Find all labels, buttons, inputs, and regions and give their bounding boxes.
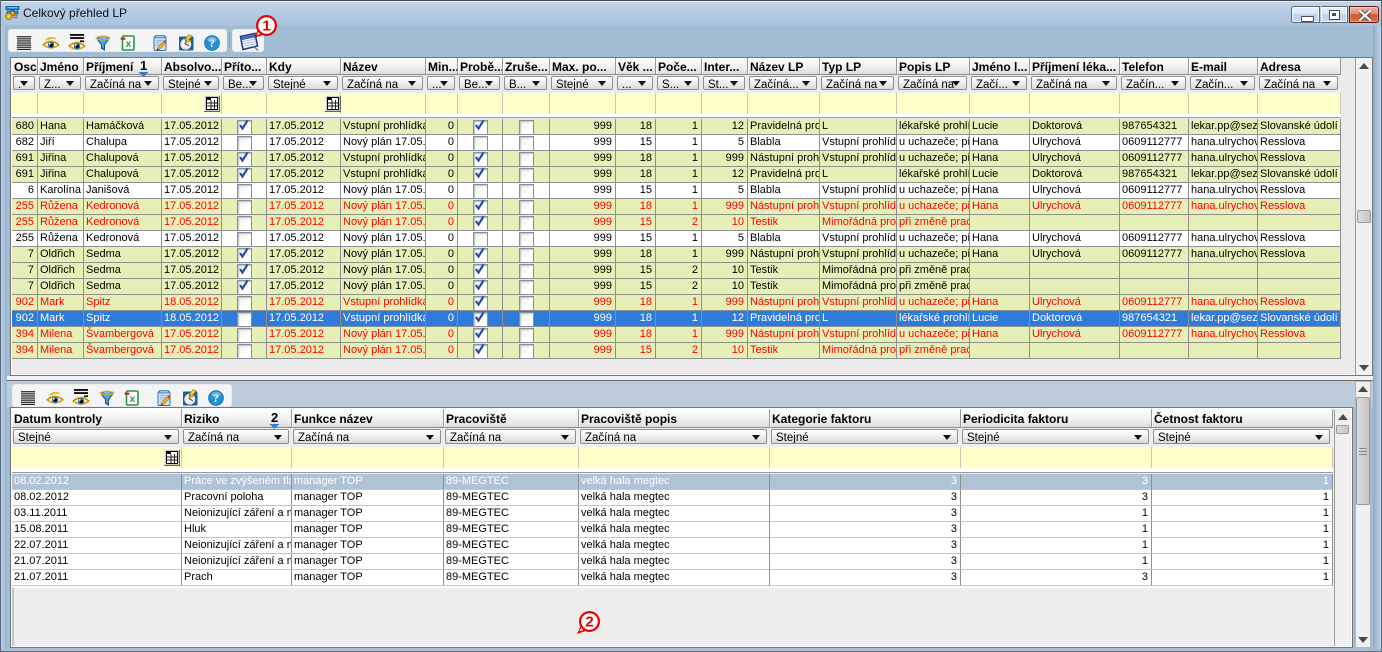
svg-text:x: x <box>126 39 132 50</box>
svg-text:?: ? <box>213 393 219 405</box>
svg-text:1: 1 <box>262 18 270 35</box>
svg-text:2: 2 <box>271 410 278 425</box>
svg-text:x: x <box>130 394 136 405</box>
svg-text:2: 2 <box>585 614 593 631</box>
svg-text:1: 1 <box>140 58 147 73</box>
svg-text:?: ? <box>209 38 215 50</box>
